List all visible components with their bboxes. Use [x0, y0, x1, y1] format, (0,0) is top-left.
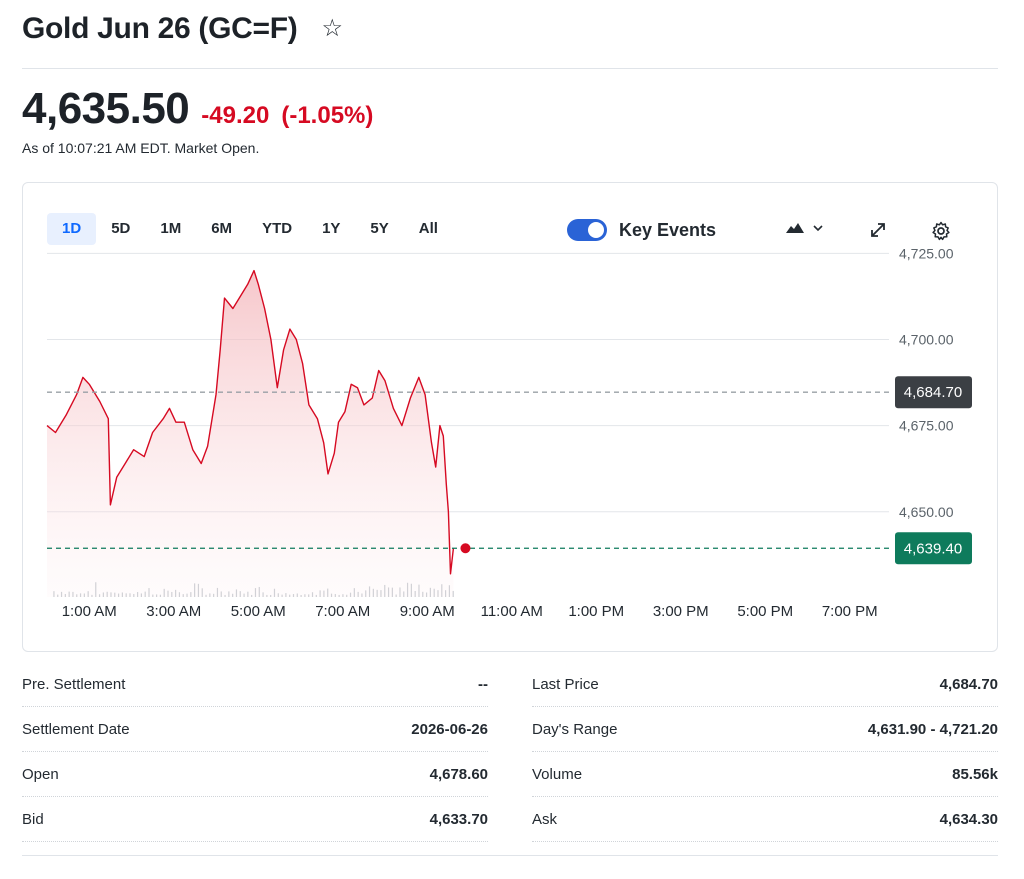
y-tick-label: 4,700.00 — [899, 331, 954, 347]
chart-card: 4,725.00 4,700.00 4,675.00 4,650.00 1:00 AM 3… — [22, 182, 998, 652]
stat-row: Day's Range 4,631.90 - 4,721.20 — [532, 707, 998, 752]
stat-row: Settlement Date 2026-06-26 — [22, 707, 488, 752]
page-title: Gold Jun 26 (GC=F) — [22, 12, 298, 45]
x-tick-label: 11:00 AM — [481, 603, 543, 620]
stat-value: 4,631.90 - 4,721.20 — [867, 720, 998, 738]
y-tick-label: 4,675.00 — [899, 418, 954, 434]
stat-row: Open 4,678.60 — [22, 752, 488, 797]
chart-type-dropdown[interactable] — [785, 221, 825, 235]
divider — [22, 855, 998, 856]
stat-label: Last Price — [532, 675, 599, 693]
stat-label: Pre. Settlement — [22, 675, 126, 693]
stat-label: Bid — [22, 810, 44, 828]
market-status: As of 10:07:21 AM EDT. Market Open. — [22, 140, 260, 156]
stat-label: Day's Range — [532, 720, 618, 738]
stat-label: Ask — [532, 810, 558, 828]
chevron-down-icon — [813, 225, 823, 232]
stat-label: Settlement Date — [22, 720, 130, 738]
toggle-knob — [588, 222, 604, 238]
stat-value: 4,678.60 — [429, 765, 488, 783]
key-events-label: Key Events — [619, 219, 717, 240]
stat-row: Pre. Settlement -- — [22, 662, 488, 707]
y-tick-label: 4,650.00 — [899, 504, 954, 520]
stat-value: -- — [478, 675, 488, 693]
price-change: -49.20 — [201, 102, 270, 129]
current-price-dot — [460, 543, 471, 554]
x-tick-label: 3:00 PM — [653, 603, 709, 620]
stat-row: Ask 4,634.30 — [532, 797, 998, 842]
x-tick-label: 5:00 PM — [737, 603, 793, 620]
tab-6m[interactable]: 6M — [196, 213, 247, 245]
y-tick-label: 4,725.00 — [899, 245, 954, 261]
x-tick-label: 3:00 AM — [146, 603, 201, 620]
stat-value: 85.56k — [952, 765, 998, 783]
tab-5d[interactable]: 5D — [96, 213, 145, 245]
expand-icon[interactable] — [869, 221, 887, 244]
tab-1y[interactable]: 1Y — [307, 213, 355, 245]
tab-ytd[interactable]: YTD — [247, 213, 307, 245]
stat-value: 4,634.30 — [939, 810, 998, 828]
x-tick-label: 1:00 AM — [62, 603, 117, 620]
mountain-chart-icon — [786, 223, 804, 233]
x-tick-label: 1:00 PM — [568, 603, 624, 620]
x-tick-label: 5:00 AM — [231, 603, 286, 620]
stat-label: Volume — [532, 765, 583, 783]
tab-all[interactable]: All — [404, 213, 453, 245]
stat-label: Open — [22, 765, 59, 783]
tab-1d[interactable]: 1D — [47, 213, 97, 245]
divider — [22, 68, 998, 69]
x-tick-label: 7:00 PM — [822, 603, 878, 620]
stat-value: 4,684.70 — [939, 675, 998, 693]
tab-5y[interactable]: 5Y — [355, 213, 403, 245]
price-tag-label: 4,684.70 — [904, 384, 962, 401]
stat-row: Volume 85.56k — [532, 752, 998, 797]
price-tag-label: 4,639.40 — [904, 540, 962, 557]
gear-icon[interactable] — [931, 221, 951, 246]
tab-1m[interactable]: 1M — [145, 213, 196, 245]
price-change-percent: (-1.05%) — [281, 102, 374, 129]
stat-value: 2026-06-26 — [411, 720, 488, 738]
stat-value: 4,633.70 — [429, 810, 488, 828]
range-tabs: 1D 5D 1M 6M YTD 1Y 5Y All — [47, 213, 453, 245]
x-tick-label: 9:00 AM — [400, 603, 455, 620]
last-price: 4,635.50 — [22, 84, 190, 133]
key-events-toggle[interactable] — [567, 219, 607, 241]
stat-row: Last Price 4,684.70 — [532, 662, 998, 707]
price-chart[interactable]: 4,725.00 4,700.00 4,675.00 4,650.00 1:00 AM 3… — [23, 183, 999, 653]
stat-row: Bid 4,633.70 — [22, 797, 488, 842]
x-tick-label: 7:00 AM — [315, 603, 370, 620]
star-icon[interactable]: ☆ — [321, 17, 343, 41]
